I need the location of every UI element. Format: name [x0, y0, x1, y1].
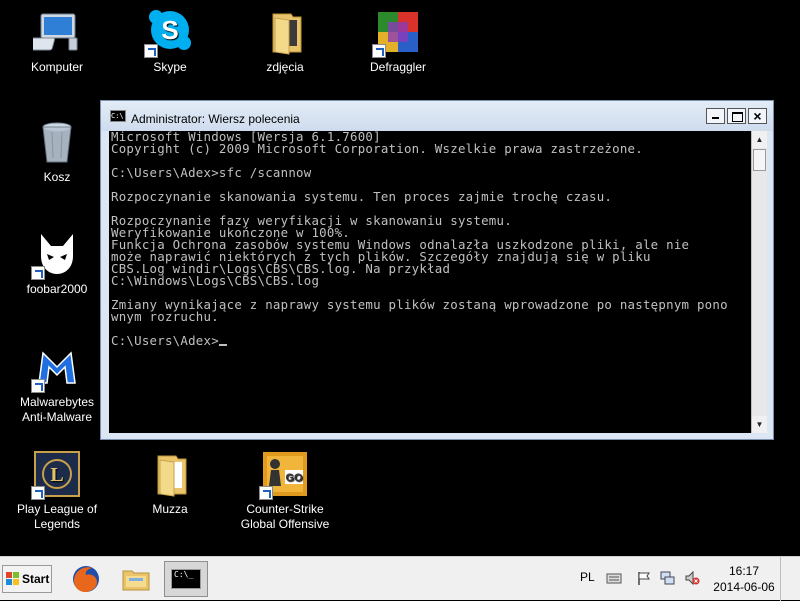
taskbar-cmd[interactable]: C:\_ — [164, 561, 208, 597]
console-output: Microsoft Windows [Wersja 6.1.7600] Copy… — [109, 131, 751, 347]
scroll-thumb[interactable] — [753, 149, 766, 171]
desktop-icon-csgo[interactable]: GO Counter-Strike Global Offensive — [235, 450, 335, 532]
folder-icon — [146, 450, 194, 498]
console-line: Rozpoczynanie skanowania systemu. Ten pr… — [111, 189, 613, 204]
show-desktop-button[interactable] — [780, 557, 800, 601]
desktop-icon-zdjecia[interactable]: zdjęcia — [235, 8, 335, 75]
desktop-icon-defraggler[interactable]: Defraggler — [348, 8, 448, 75]
svg-text:S: S — [161, 15, 178, 45]
action-center-flag-icon[interactable] — [636, 570, 652, 586]
scroll-up-button[interactable]: ▲ — [752, 131, 767, 148]
firefox-icon — [73, 566, 99, 592]
skype-icon: S — [144, 8, 194, 58]
taskbar-explorer[interactable] — [114, 561, 158, 597]
minimize-button[interactable] — [706, 108, 725, 124]
taskbar: Start C:\_ PL 16:17 2014-06-06 — [0, 556, 800, 601]
desktop-icon-malwarebytes[interactable]: Malwarebytes Anti-Malware — [7, 343, 107, 425]
console-line: C:\Windows\Logs\CBS\CBS.log — [111, 273, 320, 288]
close-button[interactable]: × — [748, 108, 767, 124]
explorer-icon — [122, 570, 150, 591]
desktop-icon-league-of-legends[interactable]: L Play League of Legends — [7, 450, 107, 532]
start-label: Start — [22, 572, 50, 586]
cmd-icon: C:\ — [110, 110, 126, 122]
desktop-icon-label: Play League of Legends — [16, 502, 98, 531]
shortcut-arrow-icon — [31, 486, 45, 500]
desktop-icon-label: foobar2000 — [26, 282, 88, 296]
defraggler-icon — [372, 8, 422, 58]
desktop-icon-label: Malwarebytes Anti-Malware — [19, 395, 95, 424]
window-titlebar[interactable]: C:\ Administrator: Wiersz polecenia × — [101, 101, 773, 131]
csgo-icon: GO — [259, 450, 309, 500]
recycle-bin-icon — [33, 118, 81, 166]
console-line: C:\Users\Adex> — [111, 333, 219, 348]
desktop-icon-label: Defraggler — [369, 60, 427, 74]
shortcut-arrow-icon — [31, 379, 45, 393]
console-area[interactable]: Microsoft Windows [Wersja 6.1.7600] Copy… — [109, 131, 751, 433]
shortcut-arrow-icon — [144, 44, 158, 58]
desktop-icon-skype[interactable]: S Skype — [120, 8, 220, 75]
cmd-icon: C:\_ — [171, 569, 201, 589]
console-line: Copyright (c) 2009 Microsoft Corporation… — [111, 141, 643, 156]
desktop-icon-foobar2000[interactable]: foobar2000 — [7, 230, 107, 297]
vertical-scrollbar[interactable]: ▲ ▼ — [751, 131, 767, 433]
taskbar-firefox[interactable] — [64, 561, 108, 597]
window-title: Administrator: Wiersz polecenia — [131, 112, 300, 126]
svg-text:L: L — [50, 464, 63, 486]
desktop-icon-komputer[interactable]: Komputer — [7, 8, 107, 75]
league-of-legends-icon: L — [31, 450, 81, 500]
computer-icon — [33, 8, 81, 56]
desktop-icon-label: Counter-Strike Global Offensive — [240, 502, 330, 531]
maximize-button[interactable] — [727, 108, 746, 124]
start-button[interactable]: Start — [2, 565, 52, 593]
desktop-icon-label: Komputer — [30, 60, 84, 74]
svg-text:GO: GO — [285, 472, 303, 484]
cmd-window[interactable]: C:\ Administrator: Wiersz polecenia × Mi… — [100, 100, 774, 440]
shortcut-arrow-icon — [372, 44, 386, 58]
desktop-icon-kosz[interactable]: Kosz — [7, 118, 107, 185]
desktop-icon-label: Muzza — [152, 502, 188, 516]
console-line: wnym rozruchu. — [111, 309, 219, 324]
desktop-icon-muzza[interactable]: Muzza — [120, 450, 220, 517]
scroll-down-button[interactable]: ▼ — [752, 416, 767, 433]
keyboard-icon[interactable] — [606, 570, 622, 586]
desktop-icon-label: Skype — [153, 60, 187, 74]
foobar-icon — [31, 230, 81, 280]
windows-logo-icon — [6, 572, 20, 586]
shortcut-arrow-icon — [259, 486, 273, 500]
desktop-icon-label: zdjęcia — [266, 60, 304, 74]
clock-date: 2014-06-06 — [713, 580, 775, 594]
malwarebytes-icon — [31, 343, 81, 393]
text-cursor — [218, 344, 227, 346]
network-icon[interactable] — [660, 570, 676, 586]
shortcut-arrow-icon — [31, 266, 45, 280]
volume-muted-icon[interactable] — [684, 570, 700, 586]
clock[interactable]: 16:17 2014-06-06 — [712, 563, 776, 595]
desktop-icon-label: Kosz — [43, 170, 71, 184]
console-line: C:\Users\Adex>sfc /scannow — [111, 165, 312, 180]
clock-time: 16:17 — [728, 564, 760, 578]
folder-icon — [261, 8, 309, 56]
language-indicator[interactable]: PL — [580, 570, 595, 584]
